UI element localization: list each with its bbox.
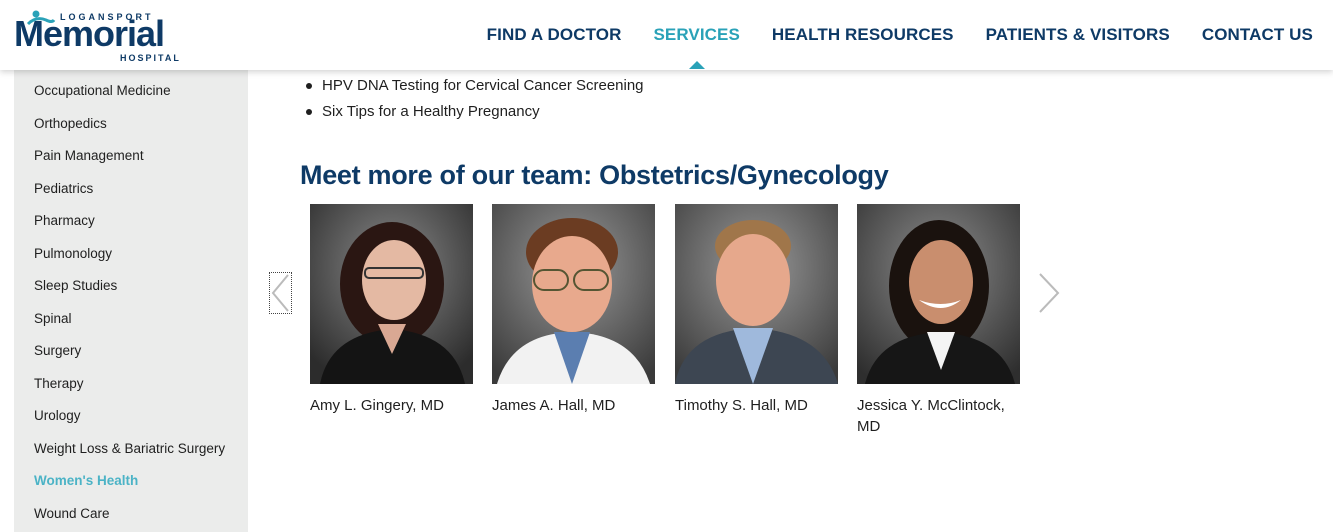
logo-bottom-text: HOSPITAL xyxy=(120,53,181,63)
doctor-name[interactable]: Amy L. Gingery, MD xyxy=(310,395,473,416)
nav-patients-visitors[interactable]: PATIENTS & VISITORS xyxy=(986,25,1170,45)
doctor-card[interactable]: James A. Hall, MD xyxy=(492,204,655,416)
nav-services[interactable]: SERVICES xyxy=(653,25,740,69)
carousel-next-button[interactable] xyxy=(1036,272,1062,314)
main-nav: FIND A DOCTOR SERVICES HEALTH RESOURCES … xyxy=(455,0,1313,70)
carousel-prev-button[interactable] xyxy=(269,272,292,314)
sidebar-item-pain-management[interactable]: Pain Management xyxy=(14,148,248,181)
sidebar-item-surgery[interactable]: Surgery xyxy=(14,343,248,376)
nav-find-a-doctor[interactable]: FIND A DOCTOR xyxy=(487,25,622,45)
doctor-name[interactable]: James A. Hall, MD xyxy=(492,395,655,416)
sidebar-list: Occupational Medicine Orthopedics Pain M… xyxy=(14,70,248,532)
hospital-logo[interactable]: LOGANSPORT Memorial HOSPITAL xyxy=(12,10,182,64)
nav-services-label: SERVICES xyxy=(653,25,740,44)
related-links-list: HPV DNA Testing for Cervical Cancer Scre… xyxy=(306,76,644,128)
doctor-card[interactable]: Timothy S. Hall, MD xyxy=(675,204,838,416)
doctor-portrait-image xyxy=(857,204,1020,384)
nav-contact-us[interactable]: CONTACT US xyxy=(1202,25,1313,45)
site-header: LOGANSPORT Memorial HOSPITAL FIND A DOCT… xyxy=(0,0,1333,70)
doctor-name[interactable]: Jessica Y. McClintock, MD xyxy=(857,395,1020,437)
sidebar-item-spinal[interactable]: Spinal xyxy=(14,311,248,344)
services-sidebar: Occupational Medicine Orthopedics Pain M… xyxy=(14,70,248,532)
link-six-tips-pregnancy[interactable]: Six Tips for a Healthy Pregnancy xyxy=(306,102,644,128)
chevron-right-icon xyxy=(1039,273,1060,313)
doctor-portrait-image xyxy=(675,204,838,384)
doctor-card[interactable]: Jessica Y. McClintock, MD xyxy=(857,204,1020,437)
logo-main-text: Memorial xyxy=(14,13,165,54)
doctor-name[interactable]: Timothy S. Hall, MD xyxy=(675,395,838,416)
doctor-photo[interactable] xyxy=(675,204,838,384)
sidebar-item-womens-health[interactable]: Women's Health xyxy=(14,473,248,506)
team-heading: Meet more of our team: Obstetrics/Gyneco… xyxy=(300,160,889,190)
sidebar-item-pharmacy[interactable]: Pharmacy xyxy=(14,213,248,246)
sidebar-item-wound-care[interactable]: Wound Care xyxy=(14,506,248,532)
active-caret-icon xyxy=(688,61,705,69)
doctor-card[interactable]: Amy L. Gingery, MD xyxy=(310,204,473,416)
doctor-photo[interactable] xyxy=(492,204,655,384)
doctor-portrait-image xyxy=(310,204,473,384)
sidebar-item-urology[interactable]: Urology xyxy=(14,408,248,441)
sidebar-item-therapy[interactable]: Therapy xyxy=(14,376,248,409)
doctor-portrait-image xyxy=(492,204,655,384)
sidebar-item-orthopedics[interactable]: Orthopedics xyxy=(14,116,248,149)
sidebar-item-pulmonology[interactable]: Pulmonology xyxy=(14,246,248,279)
doctor-photo[interactable] xyxy=(310,204,473,384)
sidebar-item-weight-loss[interactable]: Weight Loss & Bariatric Surgery xyxy=(14,441,248,474)
sidebar-item-sleep-studies[interactable]: Sleep Studies xyxy=(14,278,248,311)
chevron-left-icon xyxy=(271,274,289,312)
sidebar-item-occupational-medicine[interactable]: Occupational Medicine xyxy=(14,83,248,116)
link-hpv-dna-testing[interactable]: HPV DNA Testing for Cervical Cancer Scre… xyxy=(306,76,644,102)
sidebar-item-pediatrics[interactable]: Pediatrics xyxy=(14,181,248,214)
doctor-photo[interactable] xyxy=(857,204,1020,384)
nav-health-resources[interactable]: HEALTH RESOURCES xyxy=(772,25,954,45)
